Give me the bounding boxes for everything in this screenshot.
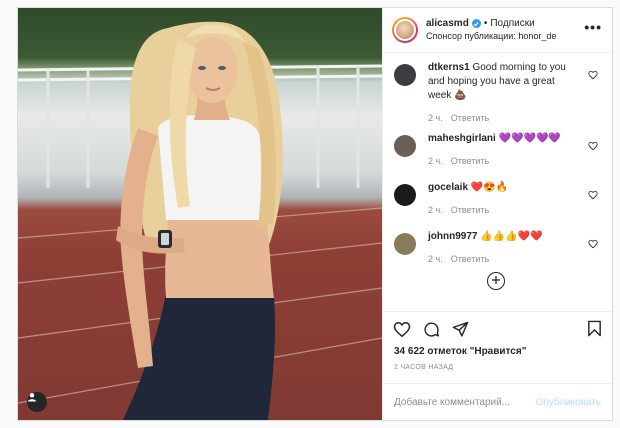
comment-time[interactable]: 2 ч.: [428, 154, 443, 168]
post-side-panel: alicasmd • Подписки Спонсор публикации: …: [382, 8, 612, 420]
comment-avatar[interactable]: [394, 64, 416, 86]
heart-icon[interactable]: [393, 321, 411, 338]
share-icon[interactable]: [452, 321, 469, 338]
comment-username[interactable]: gocelaik: [428, 182, 468, 193]
verified-badge-icon: [471, 19, 481, 28]
comment-item: dtkerns1 Good morning to you and hoping …: [394, 61, 598, 132]
comment-like-heart-icon[interactable]: [588, 236, 598, 254]
sponsor-name[interactable]: honor_de: [518, 31, 556, 41]
reply-button[interactable]: Ответить: [451, 252, 489, 266]
author-username[interactable]: alicasmd: [426, 17, 469, 30]
load-more-comments-button[interactable]: [487, 272, 505, 290]
likes-count[interactable]: 34 622 отметок "Нравится": [383, 346, 612, 361]
action-bar: [383, 311, 612, 346]
comment-username[interactable]: dtkerns1: [428, 62, 470, 73]
comment-item: maheshgirlani 💜💜💜💜💜 2 ч. Ответить: [394, 132, 598, 181]
follow-button[interactable]: Подписки: [490, 17, 534, 30]
comment-icon[interactable]: [423, 321, 440, 338]
photo-illustration: [18, 21, 382, 420]
comment-username[interactable]: maheshgirlani: [428, 133, 496, 144]
comment-like-heart-icon[interactable]: [588, 67, 598, 85]
comment-like-heart-icon[interactable]: [588, 138, 598, 156]
plus-circle-icon: [491, 272, 501, 290]
reply-button[interactable]: Ответить: [451, 111, 489, 125]
post-photo[interactable]: [18, 8, 382, 420]
comment-avatar[interactable]: [394, 184, 416, 206]
comment-time[interactable]: 2 ч.: [428, 111, 443, 125]
post-timestamp[interactable]: 2 ЧАСОВ НАЗАД: [383, 361, 612, 383]
comment-input[interactable]: [394, 396, 534, 408]
comment-text: 💜💜💜💜💜: [498, 133, 561, 144]
publish-button[interactable]: Опубликовать: [536, 397, 601, 408]
post-header: alicasmd • Подписки Спонсор публикации: …: [383, 8, 612, 53]
comment-avatar[interactable]: [394, 233, 416, 255]
add-comment-bar: Опубликовать: [383, 383, 612, 420]
comment-time[interactable]: 2 ч.: [428, 203, 443, 217]
comments-list: dtkerns1 Good morning to you and hoping …: [383, 53, 612, 311]
comment-avatar[interactable]: [394, 135, 416, 157]
post-card: alicasmd • Подписки Спонсор публикации: …: [17, 7, 613, 421]
comment-like-heart-icon[interactable]: [588, 187, 598, 205]
comment-item: gocelaik ❤️😍🔥 2 ч. Ответить: [394, 181, 598, 230]
author-avatar[interactable]: [392, 17, 418, 43]
reply-button[interactable]: Ответить: [451, 154, 489, 168]
more-options-icon[interactable]: •••: [584, 20, 602, 34]
comment-text: 👍👍👍❤️❤️: [480, 231, 543, 242]
reply-button[interactable]: Ответить: [451, 203, 489, 217]
sponsor-line: Спонсор публикации: honor_de: [426, 30, 556, 43]
user-tag-button[interactable]: [27, 392, 47, 412]
header-separator: •: [483, 18, 488, 29]
comment-username[interactable]: johnn9977: [428, 231, 477, 242]
sponsor-prefix: Спонсор публикации:: [426, 31, 516, 41]
save-icon[interactable]: [587, 320, 602, 342]
comment-text: ❤️😍🔥: [470, 182, 509, 193]
comment-time[interactable]: 2 ч.: [428, 252, 443, 266]
